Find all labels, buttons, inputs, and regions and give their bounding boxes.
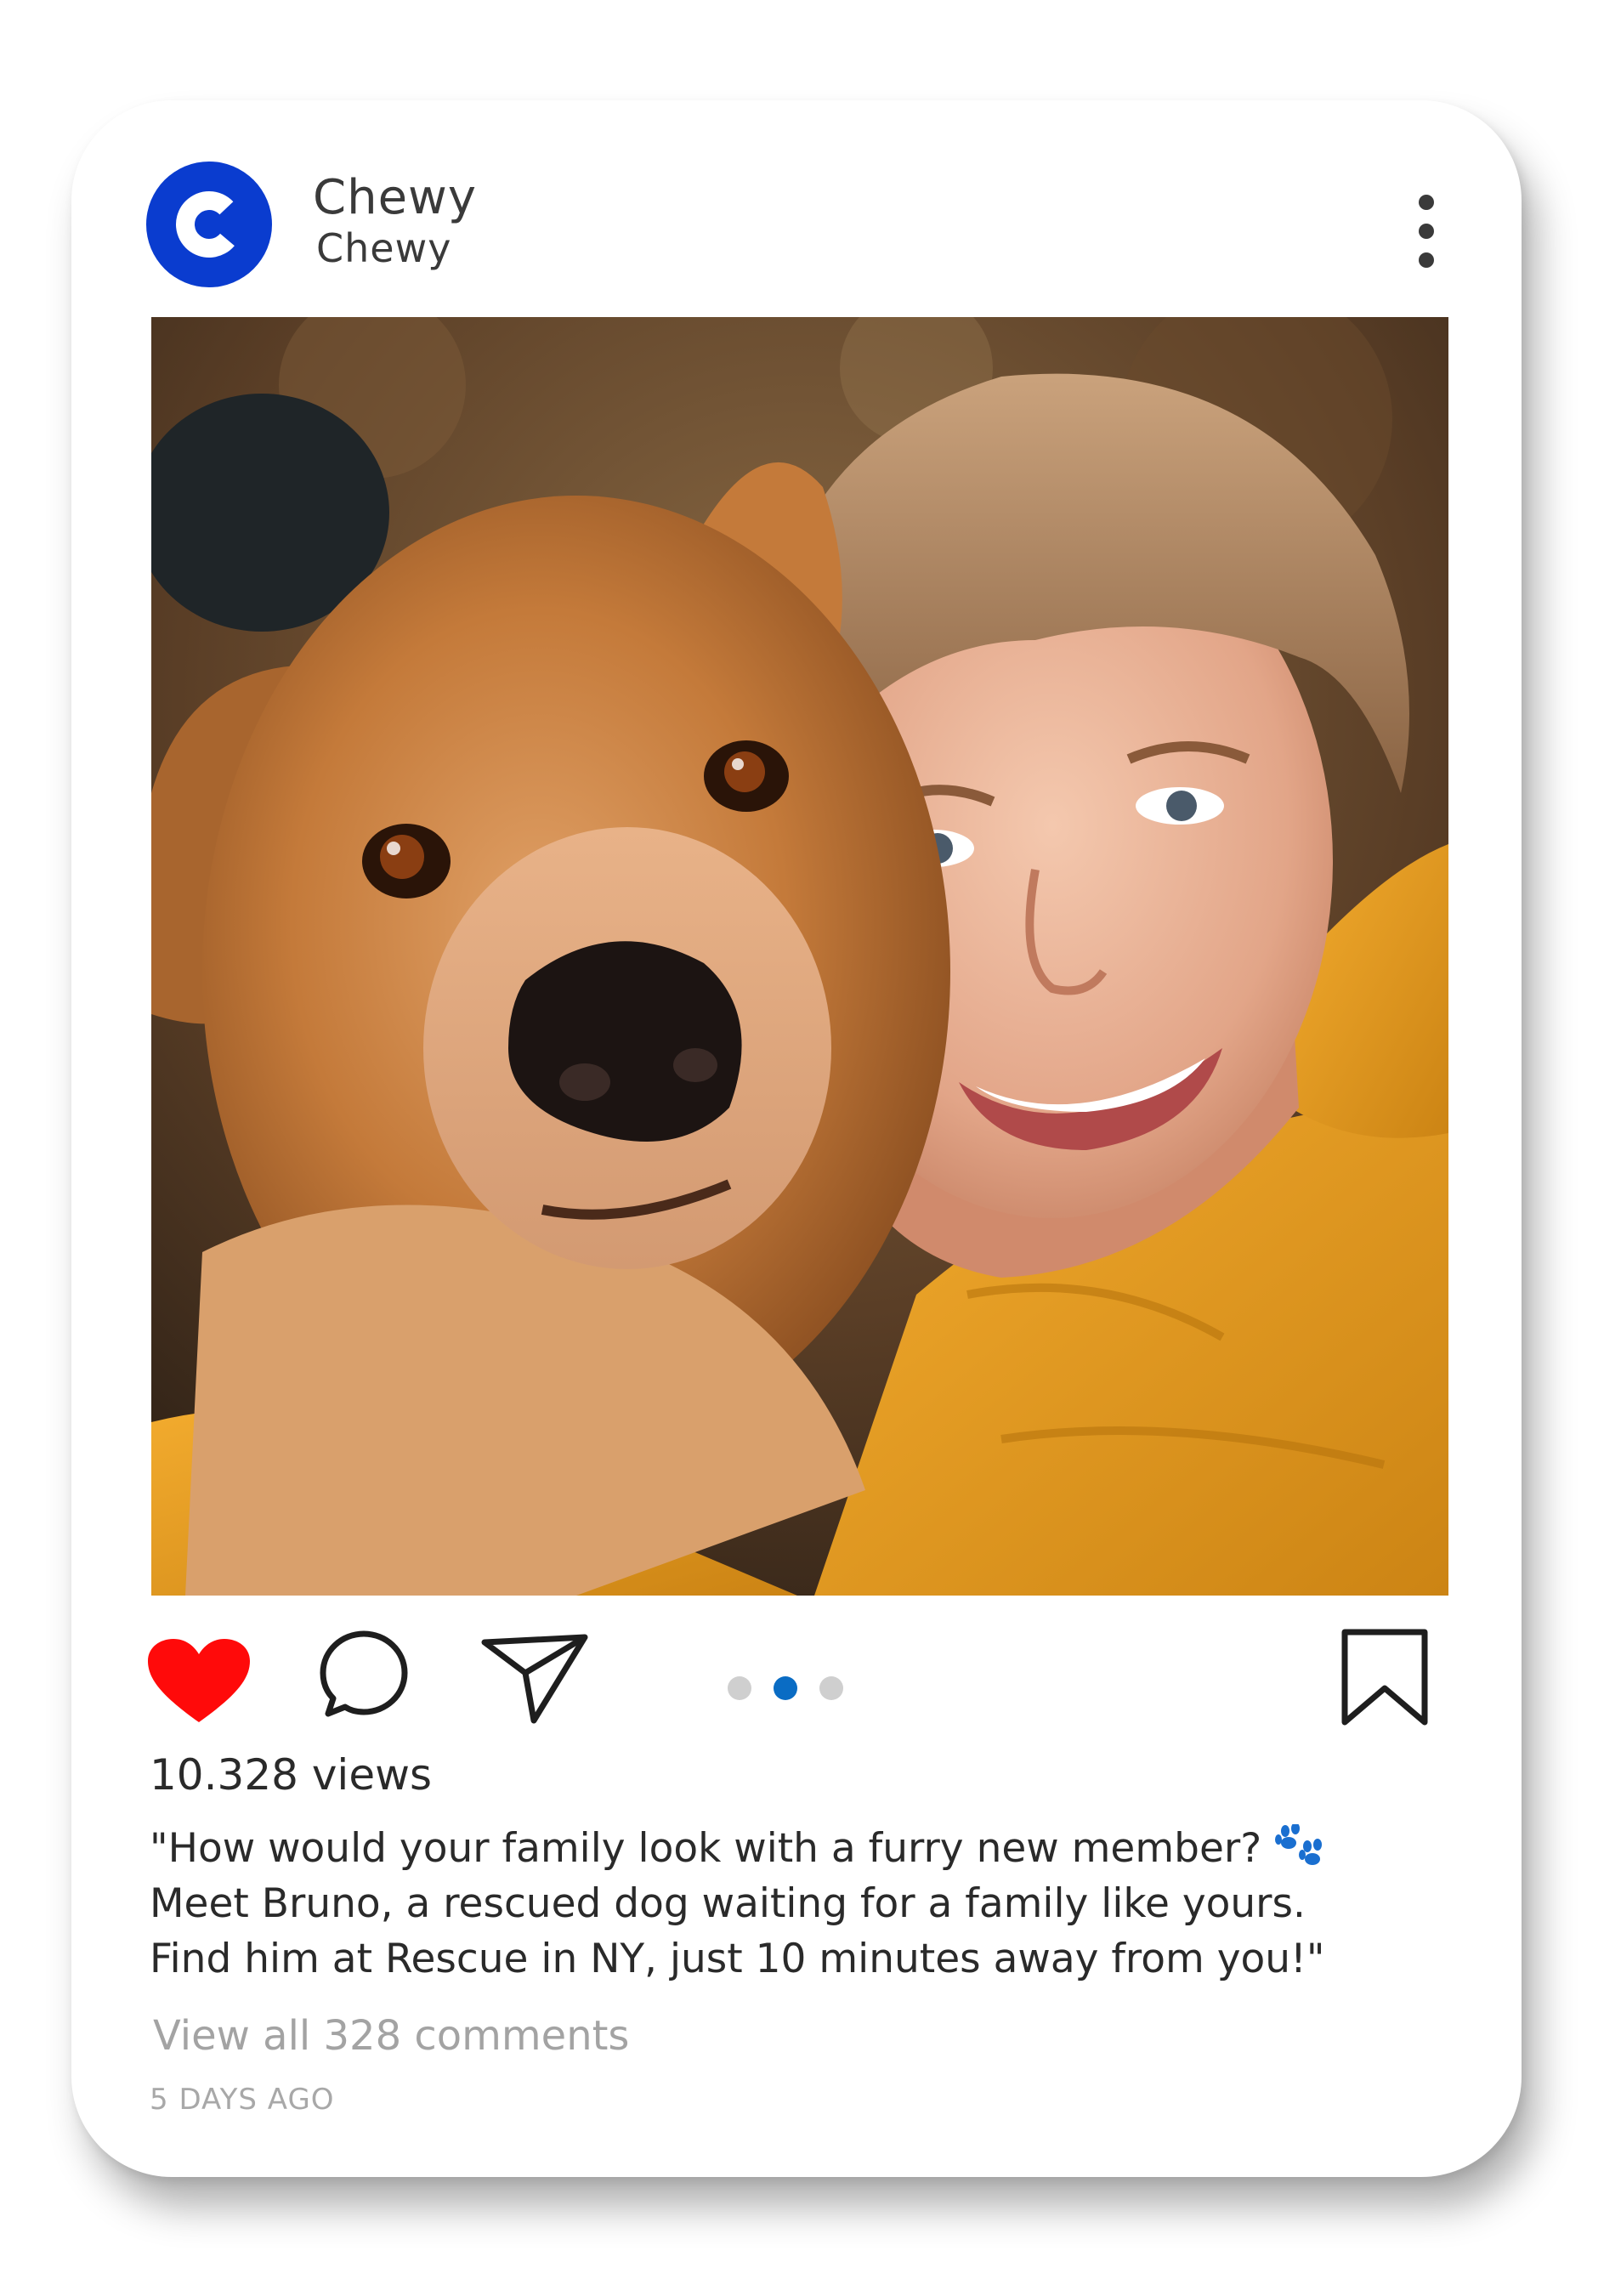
post-timestamp: 5 DAYS AGO	[150, 2083, 335, 2117]
post-caption: "How would your family look with a furry…	[150, 1821, 1476, 1987]
share-button[interactable]	[479, 1630, 592, 1727]
carousel-dot[interactable]	[819, 1676, 843, 1700]
carousel-dot-active[interactable]	[774, 1676, 797, 1700]
more-options-button[interactable]	[1403, 189, 1450, 274]
post-card: Chewy Chewy 10.328 views "How would your…	[71, 100, 1522, 2177]
carousel-dot[interactable]	[728, 1676, 751, 1700]
caption-line: Find him at Rescue in NY, just 10 minute…	[150, 1936, 1325, 1982]
send-icon	[481, 1634, 588, 1724]
paw-prints-icon	[1273, 1824, 1324, 1868]
caption-line: "How would your family look with a furry…	[150, 1821, 1476, 1876]
account-name[interactable]: Chewy	[313, 172, 477, 224]
more-vertical-icon	[1419, 195, 1434, 268]
account-handle: Chewy	[316, 225, 452, 271]
chewy-logo-icon	[146, 162, 272, 287]
heart-filled-icon	[148, 1639, 250, 1722]
comment-bubble-icon	[320, 1630, 408, 1717]
views-count: 10.328 views	[150, 1750, 433, 1800]
save-button[interactable]	[1338, 1627, 1431, 1727]
carousel-indicator	[728, 1676, 843, 1702]
comment-button[interactable]	[316, 1629, 411, 1727]
post-image[interactable]	[151, 317, 1448, 1596]
avatar[interactable]	[146, 162, 272, 287]
like-button[interactable]	[146, 1637, 252, 1726]
caption-text: "How would your family look with a furry…	[150, 1825, 1262, 1872]
dog-and-boy-photo	[151, 317, 1448, 1596]
bookmark-icon	[1341, 1629, 1428, 1726]
view-all-comments-link[interactable]: View all 328 comments	[153, 2011, 629, 2061]
caption-line: Meet Bruno, a rescued dog waiting for a …	[150, 1880, 1306, 1927]
